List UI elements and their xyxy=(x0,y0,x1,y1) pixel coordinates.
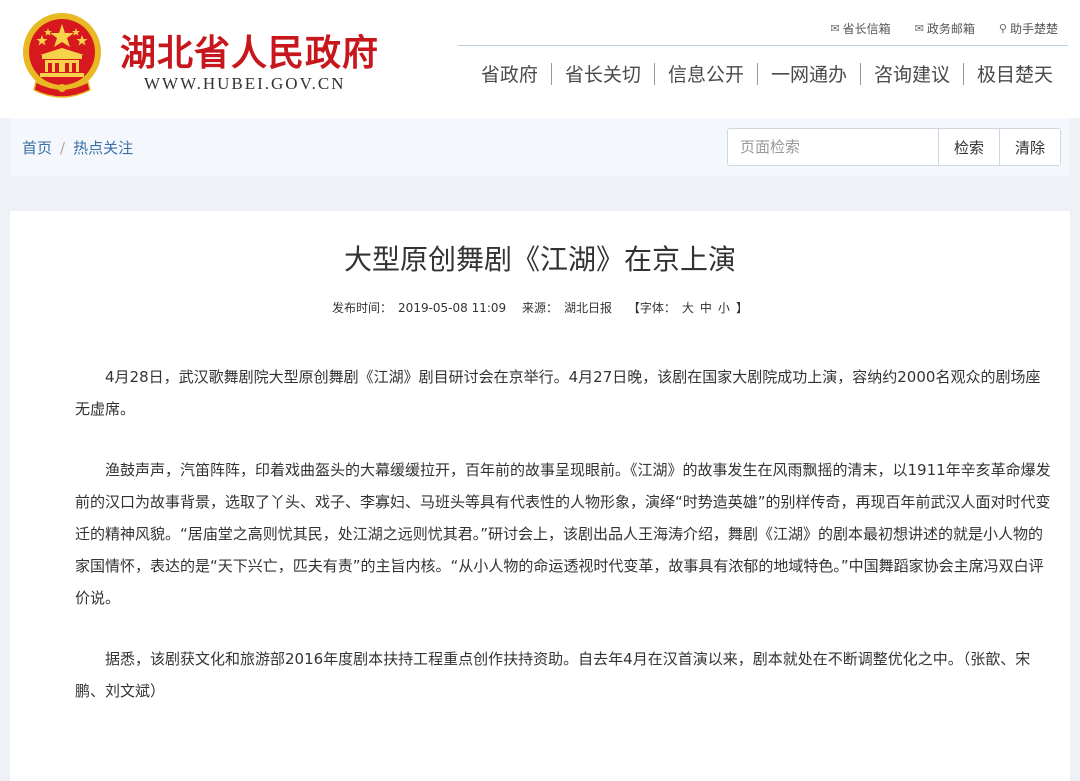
breadcrumb-current-link[interactable]: 热点关注 xyxy=(73,139,133,157)
nav-item-provincial-gov[interactable]: 省政府 xyxy=(468,60,551,87)
nav-item-jimu-chutian[interactable]: 极目楚天 xyxy=(964,60,1066,87)
source-label: 来源： xyxy=(522,301,559,315)
governor-mailbox-link[interactable]: ✉ 省长信箱 xyxy=(830,20,890,37)
nav-item-governor-concerns[interactable]: 省长关切 xyxy=(552,60,654,87)
publish-label: 发布时间： xyxy=(332,301,393,315)
main-nav: 省政府 省长关切 信息公开 一网通办 咨询建议 极目楚天 xyxy=(468,60,1066,87)
breadcrumb-separator: / xyxy=(60,139,66,157)
util-link-label: 省长信箱 xyxy=(842,22,891,36)
article-paragraph: 4月28日，武汉歌舞剧院大型原创舞剧《江湖》剧目研讨会在京举行。4月27日晚，该… xyxy=(75,368,1041,418)
source: 来源： 湖北日报 xyxy=(519,301,615,315)
nav-item-online-services[interactable]: 一网通办 xyxy=(758,60,860,87)
util-link-label: 政务邮箱 xyxy=(926,22,975,36)
article-paragraph: 渔鼓声声，汽笛阵阵，印着戏曲盔头的大幕缓缓拉开，百年前的故事呈现眼前。《江湖》的… xyxy=(75,461,1051,607)
page-search: 检索 清除 xyxy=(727,128,1061,166)
font-size-close: 】 xyxy=(735,301,748,315)
publish-time-value: 2019-05-08 11:09 xyxy=(398,301,507,315)
font-size-large-button[interactable]: 大 xyxy=(682,301,694,315)
article-paragraph: 据悉，该剧获文化和旅游部2016年度剧本扶持工程重点创作扶持资助。自去年4月在汉… xyxy=(75,650,1031,700)
mailbox-icon: ✉ xyxy=(830,22,840,35)
clear-button[interactable]: 清除 xyxy=(999,129,1060,165)
article-body: 4月28日，武汉歌舞剧院大型原创舞剧《江湖》剧目研讨会在京举行。4月27日晚，该… xyxy=(75,361,1055,736)
assistant-link[interactable]: ⚲ 助手楚楚 xyxy=(999,20,1058,37)
font-size-small-button[interactable]: 小 xyxy=(718,301,730,315)
header-divider xyxy=(458,45,1068,46)
article: 大型原创舞剧《江湖》在京上演 发布时间： 2019-05-08 11:09 来源：… xyxy=(10,211,1070,781)
nav-item-info-disclosure[interactable]: 信息公开 xyxy=(655,60,757,87)
gov-email-link[interactable]: ✉ 政务邮箱 xyxy=(915,20,975,37)
article-meta: 发布时间： 2019-05-08 11:09 来源： 湖北日报 【字体： 大中小】 xyxy=(10,299,1070,316)
breadcrumb-bar: 首页 / 热点关注 检索 清除 xyxy=(10,118,1070,176)
source-value: 湖北日报 xyxy=(564,301,613,315)
search-button[interactable]: 检索 xyxy=(938,129,999,165)
publish-time: 发布时间： 2019-05-08 11:09 xyxy=(329,301,509,315)
site-title[interactable]: 湖北省人民政府 xyxy=(120,24,379,76)
search-input[interactable] xyxy=(728,129,938,165)
breadcrumb: 首页 / 热点关注 xyxy=(22,137,133,158)
breadcrumb-home-link[interactable]: 首页 xyxy=(22,139,52,157)
national-emblem-icon[interactable] xyxy=(18,10,106,102)
envelope-icon: ✉ xyxy=(914,22,924,35)
nav-item-consultation[interactable]: 咨询建议 xyxy=(861,60,963,87)
font-size-controls: 【字体： 大中小】 xyxy=(625,301,751,315)
util-link-label: 助手楚楚 xyxy=(1009,22,1058,36)
search-icon: ⚲ xyxy=(998,22,1007,35)
site-header: 湖北省人民政府 WWW.HUBEI.GOV.CN ✉ 省长信箱 ✉ 政务邮箱 ⚲… xyxy=(0,0,1080,118)
article-title: 大型原创舞剧《江湖》在京上演 xyxy=(343,243,736,276)
font-size-medium-button[interactable]: 中 xyxy=(700,301,712,315)
font-size-open: 【字体： xyxy=(627,301,676,315)
site-url: WWW.HUBEI.GOV.CN xyxy=(144,74,346,93)
utility-links: ✉ 省长信箱 ✉ 政务邮箱 ⚲ 助手楚楚 xyxy=(830,20,1058,37)
